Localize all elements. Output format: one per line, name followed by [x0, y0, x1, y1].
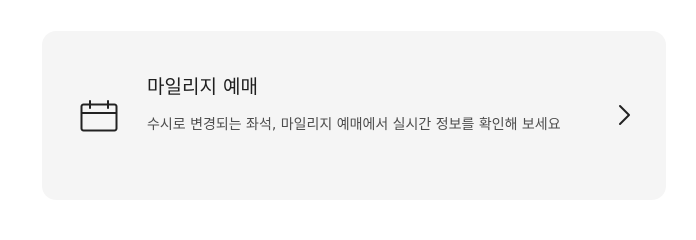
chevron-right-icon[interactable] [616, 103, 632, 127]
mileage-booking-card[interactable]: 마일리지 예매 수시로 변경되는 좌석, 마일리지 예매에서 실시간 정보를 확… [42, 31, 666, 200]
card-description: 수시로 변경되는 좌석, 마일리지 예매에서 실시간 정보를 확인해 보세요 [147, 117, 561, 133]
calendar-icon [80, 100, 118, 132]
card-title: 마일리지 예매 [147, 76, 258, 98]
